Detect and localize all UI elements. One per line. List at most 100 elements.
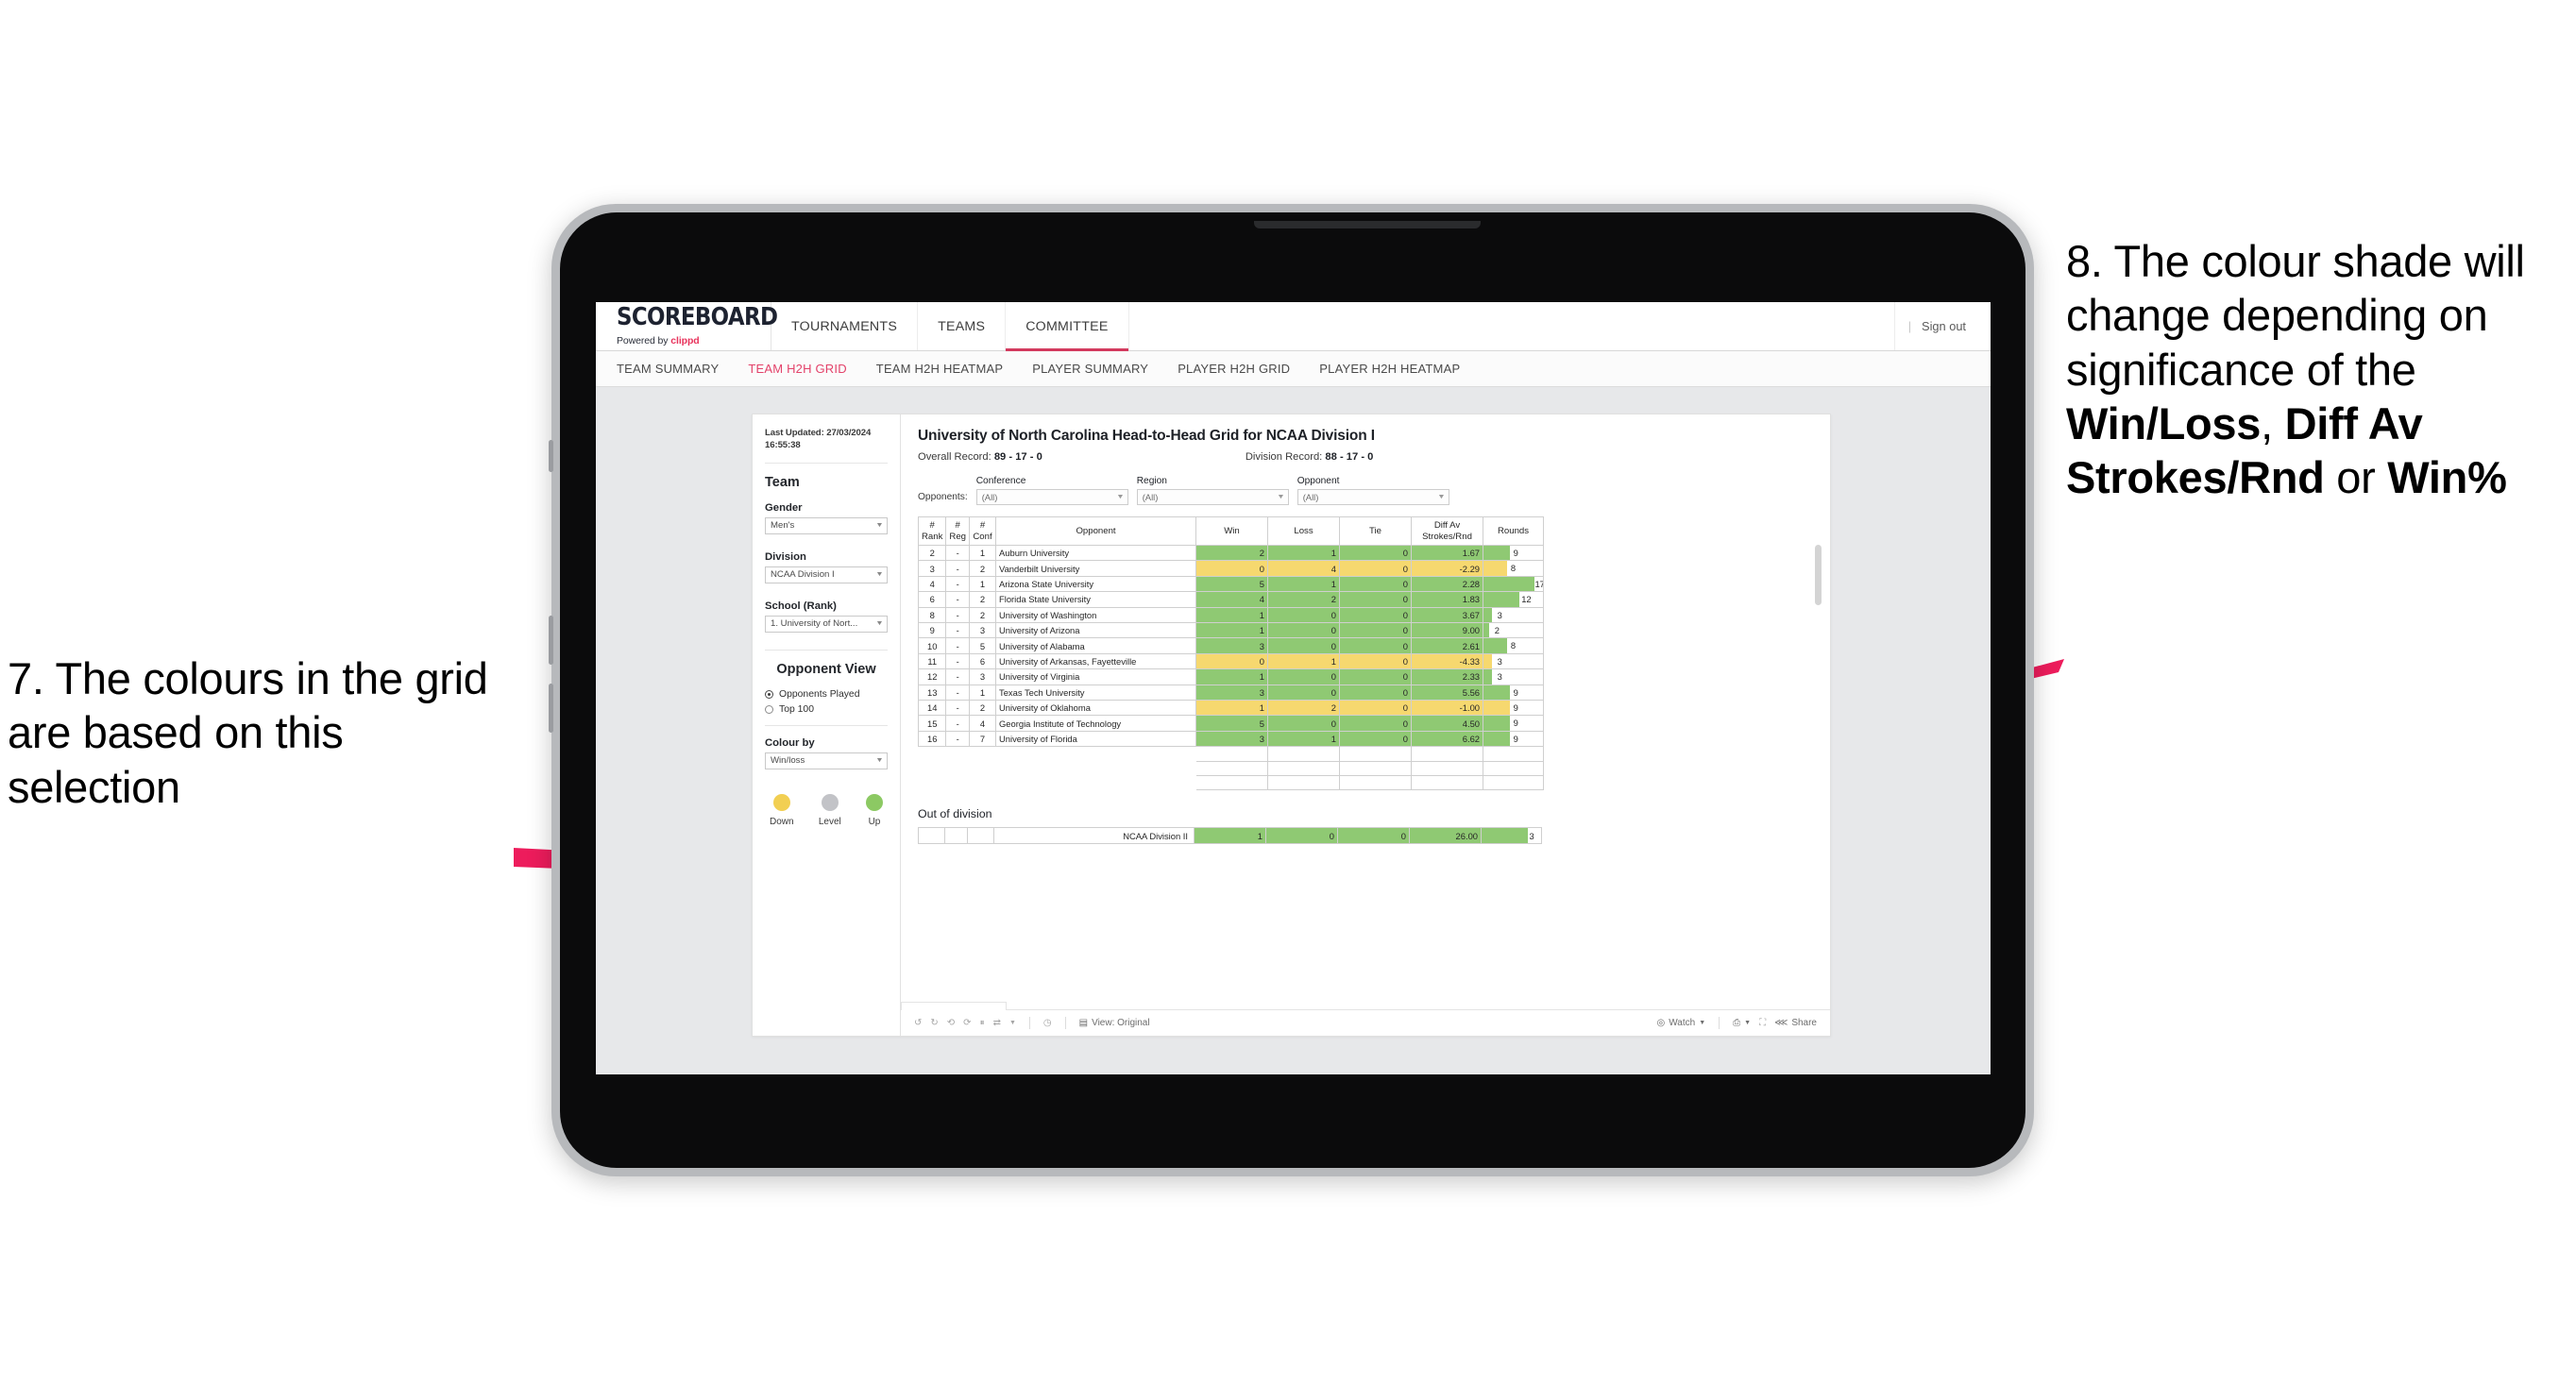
sub-tab-team-summary[interactable]: TEAM SUMMARY [617,362,737,376]
sub-tab-player-summary[interactable]: PLAYER SUMMARY [1032,362,1166,376]
chevron-down-icon: ▼ [875,571,884,579]
toolbar-right-group: ◎ Watch ▼ ⎙ ▼ ⛶ ⋘ Share [1657,1017,1817,1029]
col-header-rounds: Rounds [1483,516,1545,546]
filter-opponent-select[interactable]: (All) ▼ [1296,489,1449,505]
cell-tie: 0 [1339,652,1413,670]
out-of-division-row[interactable]: NCAA Division II 1 0 0 26.00 3 [918,827,1542,845]
filter-opponent: Opponent (All) ▼ [1296,476,1449,505]
col-header-win: Win [1195,516,1269,546]
table-row[interactable]: 6-2 Florida State University 4 2 0 1.83 12 [917,591,1545,608]
share-button[interactable]: ⋘ Share [1774,1018,1817,1028]
caret-down-icon[interactable]: ▼ [1009,1020,1016,1026]
view-label: View: Original [1092,1018,1150,1028]
division-record: Division Record: 88 - 17 - 0 [1246,451,1374,463]
view-original-button[interactable]: ▤ View: Original [1079,1018,1150,1028]
legend-label-up: Up [868,816,881,827]
cell-conf: 1 [969,544,997,562]
refresh-icon[interactable]: ⟳ [963,1018,971,1028]
filter-opponent-label: Opponent [1296,476,1340,486]
out-of-division-body: NCAA Division II 1 0 0 26.00 3 [918,827,1542,845]
sub-tab-player-h2h-heatmap[interactable]: PLAYER H2H HEATMAP [1319,362,1478,376]
table-row[interactable]: 14-2 University of Oklahoma 1 2 0 -1.00 9 [917,700,1545,717]
radio-top-100[interactable]: Top 100 [765,704,888,715]
cell-opponent: University of Arkansas, Fayetteville [995,652,1197,670]
filter-conference-select[interactable]: (All) ▼ [975,489,1128,505]
division-label: Division [765,550,806,563]
table-row-empty [918,760,1545,777]
cell-opponent: University of Washington [995,606,1197,624]
filter-region: Region (All) ▼ [1136,476,1289,505]
cell-rounds: 17 [1483,575,1545,593]
help-icon[interactable]: ◷ [1043,1018,1052,1028]
cell-opponent: University of Arizona [995,622,1197,639]
table-row-empty [918,746,1545,762]
division-select[interactable]: NCAA Division I ▼ [765,566,888,583]
record-row: Overall Record: 89 - 17 - 0 Division Rec… [918,451,1813,463]
radio-opponents-played[interactable]: Opponents Played [765,689,888,700]
filter-region-select[interactable]: (All) ▼ [1136,489,1289,505]
cell-reg: - [945,684,971,701]
cell-conf: 2 [969,560,997,577]
pause-icon[interactable]: ⏸ [980,1018,985,1028]
table-row[interactable]: 12-3 University of Virginia 1 0 0 2.33 3 [917,668,1545,685]
table-row[interactable]: 15-4 Georgia Institute of Technology 5 0 0 4.… [917,715,1545,732]
main-tab-tournaments[interactable]: TOURNAMENTS [771,302,919,350]
colour-by-value: Win/loss [771,755,805,767]
colour-by-select[interactable]: Win/loss ▼ [765,752,888,769]
opponents-label: Opponents: [918,492,968,502]
table-row[interactable]: 11-6 University of Arkansas, Fayetteville… [917,652,1545,670]
radio-top-100-label: Top 100 [779,703,814,715]
cell-win: 5 [1195,715,1269,732]
col-header-diff-av-strokes: Diff Av Strokes/Rnd [1411,516,1484,546]
col-header-diff-l2: Strokes/Rnd [1422,531,1472,542]
cell-loss: 0 [1267,622,1341,639]
grid-scrollbar[interactable] [1815,545,1822,605]
cell-win: 3 [1195,637,1269,654]
cell-opponent: Georgia Institute of Technology [995,715,1197,732]
cell-win: 1 [1195,622,1269,639]
main-tab-teams[interactable]: TEAMS [918,302,1007,350]
sub-tab-team-h2h-heatmap[interactable]: TEAM H2H HEATMAP [876,362,1021,376]
table-row[interactable]: 10-5 University of Alabama 3 0 0 2.61 8 [917,637,1545,654]
legend-dot-level [821,793,839,811]
toolbar-sheet-tab[interactable] [901,1002,1007,1010]
fullscreen-icon[interactable]: ⛶ [1759,1018,1766,1028]
table-row[interactable]: 8-2 University of Washington 1 0 0 3.67 3 [917,606,1545,624]
redo-icon[interactable]: ↻ [930,1018,938,1028]
download-button[interactable]: ⎙ ▼ [1733,1018,1751,1028]
table-row[interactable]: 13-1 Texas Tech University 3 0 0 5.56 9 [917,684,1545,701]
toolbar-divider-3 [1719,1017,1720,1029]
viz-toolbar: ↺ ↻ ⟲ ⟳ ⏸ ⇄ ▼ ◷ ▤ View: Original ◎ Watch ▼ [901,1002,1830,1036]
radio-icon [765,689,773,699]
swap-icon[interactable]: ⇄ [993,1018,1001,1028]
cell-rank: 2 [917,544,947,562]
table-row[interactable]: 3-2 Vanderbilt University 0 4 0 -2.29 8 [917,560,1545,577]
radio-icon [765,704,773,714]
filter-conference: Conference (All) ▼ [975,476,1128,505]
legend-item-level: Level [819,793,841,827]
cell-opponent: Texas Tech University [995,684,1197,701]
cell-diff-av-strokes: -4.33 [1411,652,1484,670]
cell-tie: 0 [1337,827,1410,845]
app-screen: SCOREBOARD Powered by clippd TOURNAMENTS… [596,302,1991,1074]
main-tab-committee[interactable]: COMMITTEE [1006,302,1129,351]
gender-select[interactable]: Men's ▼ [765,516,888,534]
cell-rank: 14 [917,700,947,717]
h2h-grid-head: # Rank # Reg # Conf Opponent Win Loss Tie D… [917,516,1545,546]
table-row[interactable]: 4-1Arizona State University5102.2817 [917,575,1545,593]
sub-tab-team-h2h-grid[interactable]: TEAM H2H GRID [748,362,864,376]
undo-icon[interactable]: ↺ [914,1018,922,1028]
cell-reg: - [945,668,971,685]
table-row[interactable]: 16-7 University of Florida 3 1 0 6.62 9 [917,730,1545,748]
sub-tab-player-h2h-grid[interactable]: PLAYER H2H GRID [1178,362,1308,376]
watch-button[interactable]: ◎ Watch ▼ [1657,1018,1706,1028]
cell-opponent: University of Florida [995,730,1197,748]
revert-icon[interactable]: ⟲ [947,1018,955,1028]
sign-out-link[interactable]: Sign out [1922,319,1966,333]
table-row[interactable]: 2-1 Auburn University 2 1 0 1.67 9 [917,544,1545,562]
brand-logo[interactable]: SCOREBOARD Powered by clippd [596,302,778,350]
table-row[interactable]: 9-3 University of Arizona 1 0 0 9.00 2 [917,622,1545,639]
opponent-filters: Opponents: Conference (All) ▼ Region (Al [918,476,1813,505]
cell-reg: - [945,606,971,624]
school-select[interactable]: 1. University of Nort... ▼ [765,615,888,633]
